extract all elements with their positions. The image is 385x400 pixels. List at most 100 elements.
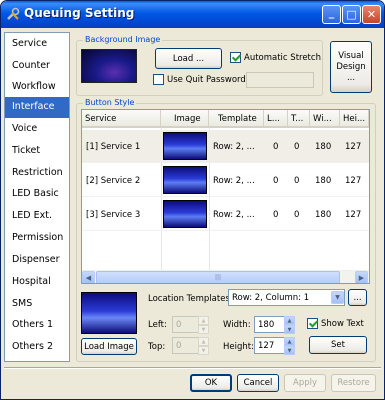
set-label: Set xyxy=(331,340,345,350)
cell-height: 127 xyxy=(345,210,362,220)
restore-label: Restore xyxy=(337,378,370,388)
nav-item-restriction[interactable]: Restriction xyxy=(5,163,69,184)
cell-top: 0 xyxy=(294,176,300,186)
cancel-label: Cancel xyxy=(243,378,273,388)
cell-top: 0 xyxy=(294,210,300,220)
height-stepper[interactable]: ▲ ▼ xyxy=(284,337,295,355)
column-header-left[interactable]: L... xyxy=(264,110,288,128)
load-image-button[interactable]: Load Image xyxy=(81,338,137,355)
nav-item-permission[interactable]: Permission xyxy=(5,228,69,249)
quit-password-input[interactable] xyxy=(246,72,314,88)
button-style-grid: Service Image Template L... T... Wi... H… xyxy=(81,109,370,284)
nav-item-voice[interactable]: Voice xyxy=(5,119,69,140)
up-icon[interactable]: ▲ xyxy=(284,316,295,325)
width-label: Width: xyxy=(223,320,251,330)
maximize-icon: □ xyxy=(346,8,357,21)
location-templates-label: Location Templates: xyxy=(148,294,233,304)
cell-service: [2] Service 2 xyxy=(86,176,141,186)
cell-left: 0 xyxy=(273,142,279,152)
column-header-top[interactable]: T... xyxy=(288,110,310,128)
table-row[interactable]: [3] Service 3 Row: 2, ... 0 0 180 127 xyxy=(82,198,369,231)
button-image-thumbnail xyxy=(163,200,207,228)
minimize-button[interactable]: _ xyxy=(322,5,341,24)
down-icon[interactable]: ▼ xyxy=(284,346,295,355)
cell-height: 127 xyxy=(345,176,362,186)
top-stepper[interactable]: ▲ ▼ xyxy=(198,337,209,355)
cell-image xyxy=(161,130,209,163)
cell-image xyxy=(161,164,209,197)
location-templates-value: Row: 2, Column: 1 xyxy=(232,293,310,303)
settings-nav-list: Service Counter Workflow Interface Voice… xyxy=(4,32,70,362)
visual-design-label: Visual Design ... xyxy=(336,50,366,83)
show-text-label: Show Text xyxy=(321,319,364,329)
ok-button[interactable]: OK xyxy=(190,374,232,392)
use-quit-password-checkbox[interactable] xyxy=(153,74,164,85)
use-quit-password-label: Use Quit Password: xyxy=(167,75,249,85)
nav-item-ticket[interactable]: Ticket xyxy=(5,141,69,162)
cell-width: 180 xyxy=(315,142,332,152)
location-templates-select[interactable]: Row: 2, Column: 1 xyxy=(228,289,345,306)
maximize-button[interactable]: □ xyxy=(342,5,361,24)
up-icon[interactable]: ▲ xyxy=(198,316,209,325)
down-icon[interactable]: ▼ xyxy=(284,325,295,334)
table-row[interactable]: [1] Service 1 Row: 2, ... 0 0 180 127 xyxy=(82,130,369,163)
column-header-image[interactable]: Image xyxy=(161,110,209,128)
nav-item-led-basic[interactable]: LED Basic xyxy=(5,184,69,205)
apply-label: Apply xyxy=(293,378,317,388)
wrench-tools-icon xyxy=(7,7,20,20)
grid-horizontal-scrollbar[interactable]: ◀ ||| ▶ xyxy=(82,270,369,283)
up-icon[interactable]: ▲ xyxy=(284,337,295,346)
nav-item-sms[interactable]: SMS xyxy=(5,294,69,315)
minimize-icon: _ xyxy=(328,5,335,19)
button-style-legend: Button Style xyxy=(83,98,137,107)
load-image-label: Load Image xyxy=(84,341,134,352)
cancel-button[interactable]: Cancel xyxy=(237,374,279,392)
column-header-service[interactable]: Service xyxy=(82,110,161,128)
down-icon[interactable]: ▼ xyxy=(198,346,209,355)
scroll-right-icon[interactable]: ▶ xyxy=(355,271,368,283)
cell-width: 180 xyxy=(315,176,332,186)
show-text-checkbox[interactable] xyxy=(307,318,318,329)
table-row[interactable]: [2] Service 2 Row: 2, ... 0 0 180 127 xyxy=(82,164,369,197)
left-stepper[interactable]: ▲ ▼ xyxy=(198,316,209,334)
cell-image xyxy=(161,198,209,231)
close-button[interactable]: ✕ xyxy=(362,5,381,24)
column-header-width[interactable]: Wi... xyxy=(310,110,340,128)
cell-width: 180 xyxy=(315,210,332,220)
selected-button-preview xyxy=(81,292,137,334)
up-icon[interactable]: ▲ xyxy=(198,337,209,346)
cell-template: Row: 2, ... xyxy=(213,210,255,220)
chevron-down-icon[interactable]: ▼ xyxy=(331,291,344,304)
nav-item-others-1[interactable]: Others 1 xyxy=(5,315,69,336)
cell-top: 0 xyxy=(294,142,300,152)
width-stepper[interactable]: ▲ ▼ xyxy=(284,316,295,334)
nav-item-counter[interactable]: Counter xyxy=(5,56,69,77)
nav-item-workflow[interactable]: Workflow xyxy=(5,77,69,98)
load-background-button[interactable]: Load ... xyxy=(155,48,222,69)
nav-item-service[interactable]: Service xyxy=(5,34,69,55)
title-bar[interactable]: Queuing Setting _ □ ✕ xyxy=(1,1,384,28)
background-image-preview xyxy=(81,49,137,83)
window-title: Queuing Setting xyxy=(24,6,135,20)
cell-template: Row: 2, ... xyxy=(213,142,255,152)
column-header-template[interactable]: Template xyxy=(209,110,264,128)
scroll-left-icon[interactable]: ◀ xyxy=(82,271,95,283)
visual-design-button[interactable]: Visual Design ... xyxy=(330,41,372,93)
automatic-stretch-checkbox[interactable] xyxy=(230,52,241,63)
nav-item-interface[interactable]: Interface xyxy=(5,97,69,118)
apply-button[interactable]: Apply xyxy=(284,374,326,392)
nav-item-led-ext[interactable]: LED Ext. xyxy=(5,206,69,227)
column-header-height[interactable]: Hei... xyxy=(340,110,369,128)
queuing-setting-window: Queuing Setting _ □ ✕ Service Counter Wo… xyxy=(0,0,385,400)
set-button[interactable]: Set xyxy=(309,336,367,354)
nav-item-hospital[interactable]: Hospital xyxy=(5,272,69,293)
ellipsis-label: ... xyxy=(353,292,362,303)
scrollbar-thumb[interactable]: ||| xyxy=(96,271,340,283)
button-image-thumbnail xyxy=(163,166,207,194)
down-icon[interactable]: ▼ xyxy=(198,325,209,334)
restore-button[interactable]: Restore xyxy=(331,374,376,392)
nav-item-dispenser[interactable]: Dispenser xyxy=(5,250,69,271)
location-templates-more-button[interactable]: ... xyxy=(348,289,367,306)
cell-left: 0 xyxy=(273,176,279,186)
nav-item-others-2[interactable]: Others 2 xyxy=(5,337,69,358)
